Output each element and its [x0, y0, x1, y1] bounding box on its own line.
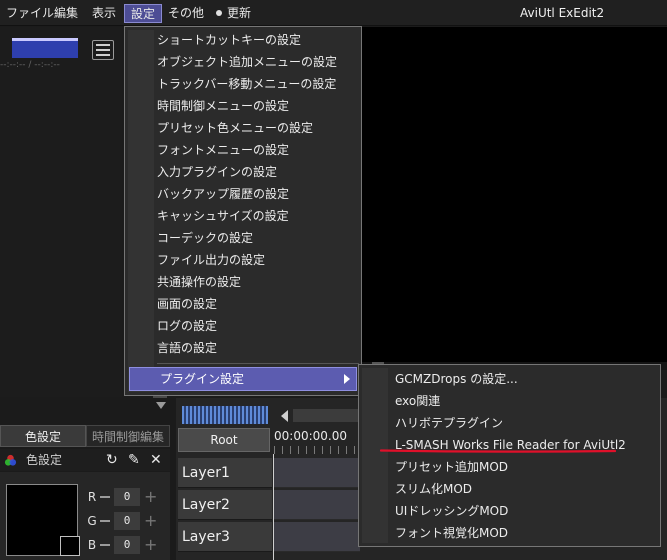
- b-value-field[interactable]: 0: [114, 536, 140, 554]
- submenu-item-preset-add-mod[interactable]: プリセット追加MOD: [395, 456, 508, 478]
- settings-dropdown: ショートカットキーの設定 オブジェクト追加メニューの設定 トラックバー移動メニュ…: [124, 26, 362, 396]
- tab-time-control[interactable]: 時間制御編集: [86, 425, 170, 447]
- menu-view[interactable]: 表示: [86, 4, 122, 23]
- update-dot-icon: [216, 9, 222, 16]
- menu-item-codec[interactable]: コーデックの設定: [157, 227, 253, 249]
- menu-edit[interactable]: 編集: [48, 4, 84, 23]
- menu-item-language[interactable]: 言語の設定: [157, 337, 217, 359]
- g-value-field[interactable]: 0: [114, 512, 140, 530]
- r-decrement-button[interactable]: [100, 496, 110, 498]
- chevron-right-icon: [344, 374, 350, 384]
- menu-item-trackbar[interactable]: トラックバー移動メニューの設定: [157, 73, 336, 95]
- timeline-ruler[interactable]: [274, 446, 360, 454]
- rgb-wheel-icon: [4, 454, 17, 466]
- menu-item-font[interactable]: フォントメニューの設定: [157, 139, 289, 161]
- submenu-item-ui-dressing-mod[interactable]: UIドレッシングMOD: [395, 500, 508, 522]
- menu-item-object-add[interactable]: オブジェクト追加メニューの設定: [157, 51, 337, 73]
- menu-item-shortcut[interactable]: ショートカットキーの設定: [157, 29, 301, 51]
- menu-item-cache[interactable]: キャッシュサイズの設定: [157, 205, 289, 227]
- video-preview: [360, 27, 667, 362]
- menu-item-input-plugin[interactable]: 入力プラグインの設定: [157, 161, 277, 183]
- menubar: ファイル 編集 表示 設定 その他 更新 AviUtl ExEdit2: [0, 0, 667, 26]
- left-panel: [0, 27, 122, 397]
- b-increment-button[interactable]: +: [144, 536, 157, 554]
- plugin-settings-label: プラグイン設定: [160, 372, 245, 386]
- layer-track[interactable]: [273, 522, 360, 552]
- menu-item-log[interactable]: ログの設定: [157, 315, 217, 337]
- menu-other[interactable]: その他: [162, 4, 210, 23]
- tab-color-settings[interactable]: 色設定: [0, 425, 86, 447]
- submenu-item-font-visual-mod[interactable]: フォント視覚化MOD: [395, 522, 508, 544]
- r-increment-button[interactable]: +: [144, 488, 157, 506]
- scroll-down-icon[interactable]: [156, 402, 166, 409]
- time-readout: --:--:-- / --:--:--: [0, 60, 60, 70]
- submenu-item-slim-mod[interactable]: スリム化MOD: [395, 478, 472, 500]
- b-label: B: [87, 538, 97, 552]
- list-icon[interactable]: [92, 40, 114, 60]
- g-increment-button[interactable]: +: [144, 512, 157, 530]
- menu-gutter: [128, 30, 154, 392]
- b-decrement-button[interactable]: [100, 544, 110, 546]
- layer-track[interactable]: [273, 490, 360, 520]
- reset-icon[interactable]: ↻: [106, 452, 118, 468]
- layer-header[interactable]: Layer1: [178, 458, 272, 488]
- menu-item-preset-color[interactable]: プリセット色メニューの設定: [157, 117, 313, 139]
- layer-track[interactable]: [273, 458, 360, 488]
- r-label: R: [87, 490, 97, 504]
- submenu-item-gcmzdrops[interactable]: GCMZDrops の設定...: [395, 368, 518, 390]
- plugin-submenu: GCMZDrops の設定... exo関連 ハリボテプラグイン L-SMASH…: [358, 364, 661, 547]
- eyedropper-icon[interactable]: ✎: [128, 452, 140, 468]
- r-value-field[interactable]: 0: [114, 488, 140, 506]
- menu-item-backup[interactable]: バックアップ履歴の設定: [157, 183, 289, 205]
- color-panel-header: 色設定 ↻ ✎ ✕: [0, 449, 170, 471]
- menu-item-common-ops[interactable]: 共通操作の設定: [157, 271, 241, 293]
- menu-update[interactable]: 更新: [210, 4, 257, 23]
- menu-item-file-output[interactable]: ファイル出力の設定: [157, 249, 265, 271]
- menu-item-plugin-settings[interactable]: プラグイン設定: [129, 367, 357, 391]
- menu-item-screen[interactable]: 画面の設定: [157, 293, 217, 315]
- scroll-left-icon[interactable]: [281, 410, 288, 422]
- close-icon[interactable]: ✕: [150, 452, 162, 468]
- secondary-color-swatch[interactable]: [60, 536, 80, 556]
- color-panel-title: 色設定: [26, 453, 63, 467]
- menu-separator: [157, 363, 359, 364]
- red-underline-annotation: [380, 449, 616, 453]
- timeline-time: 00:00:00.00: [274, 429, 347, 443]
- waveform-strip: [182, 406, 268, 424]
- layer-header[interactable]: Layer2: [178, 490, 272, 520]
- layer-header[interactable]: Layer3: [178, 522, 272, 552]
- g-decrement-button[interactable]: [100, 520, 110, 522]
- playhead[interactable]: [273, 454, 274, 560]
- menu-update-label: 更新: [227, 6, 252, 20]
- submenu-item-exo[interactable]: exo関連: [395, 390, 440, 412]
- app-title: AviUtl ExEdit2: [520, 6, 605, 20]
- menu-item-time-control[interactable]: 時間制御メニューの設定: [157, 95, 289, 117]
- menu-settings[interactable]: 設定: [124, 4, 163, 23]
- audio-level-bar: [12, 38, 78, 58]
- menu-gutter: [362, 368, 388, 543]
- g-label: G: [87, 514, 97, 528]
- root-button[interactable]: Root: [178, 428, 270, 452]
- timeline-scrollbar[interactable]: [293, 409, 361, 422]
- submenu-item-hariboteplugin[interactable]: ハリボテプラグイン: [395, 412, 503, 434]
